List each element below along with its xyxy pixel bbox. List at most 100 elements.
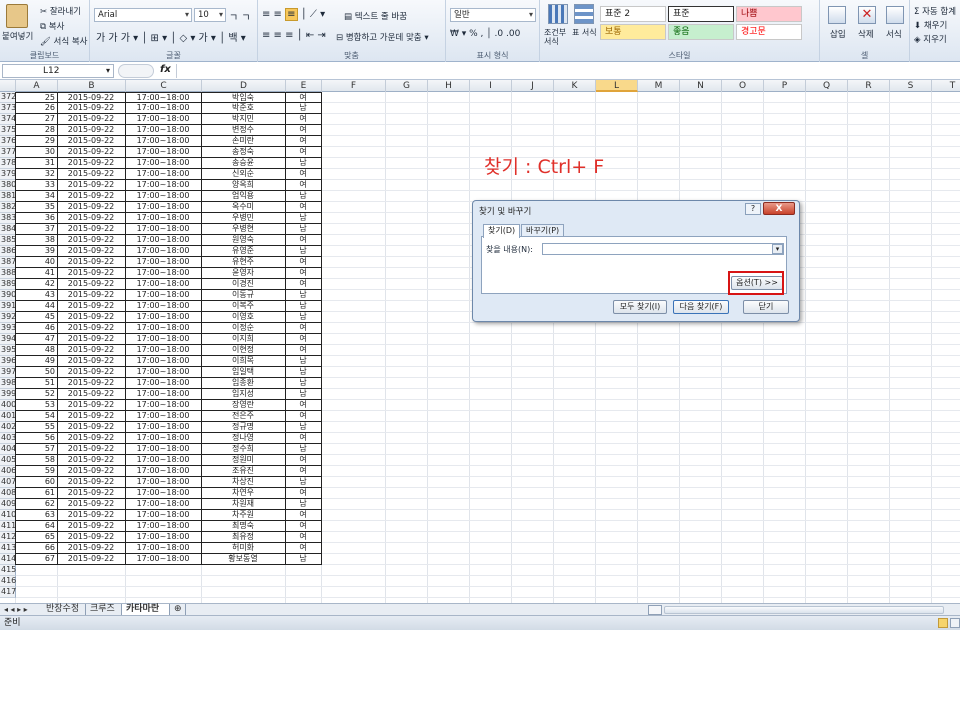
- table-cell-n[interactable]: 40: [15, 257, 58, 268]
- table-cell-g[interactable]: 여: [285, 202, 322, 213]
- font-name-select[interactable]: Arial: [94, 8, 192, 22]
- table-cell-name[interactable]: 차상진: [201, 477, 286, 488]
- table-cell-time[interactable]: 17:00~18:00: [125, 312, 202, 323]
- table-cell-g[interactable]: 여: [285, 279, 322, 290]
- table-cell-date[interactable]: 2015-09-22: [57, 279, 126, 290]
- row-header[interactable]: 399: [0, 389, 16, 400]
- table-cell-time[interactable]: 17:00~18:00: [125, 422, 202, 433]
- table-cell-name[interactable]: 엄익용: [201, 191, 286, 202]
- table-cell-time[interactable]: 17:00~18:00: [125, 334, 202, 345]
- table-cell-g[interactable]: 남: [285, 290, 322, 301]
- merge-center-button[interactable]: ⊟ 병합하고 가운데 맞춤 ▾: [336, 31, 429, 43]
- table-cell-time[interactable]: 17:00~18:00: [125, 367, 202, 378]
- formula-bar-expand-handle[interactable]: [118, 64, 154, 78]
- number-format-buttons[interactable]: ₩ ▾ % , │ .0 .00: [450, 29, 520, 39]
- table-cell-name[interactable]: 이동규: [201, 290, 286, 301]
- tab-find[interactable]: 찾기(D): [483, 224, 521, 238]
- bold-italic-underline-buttons[interactable]: 가 가 가 ▾ │ ⊞ ▾ │ ◇ ▾ 가 ▾ │ 백 ▾: [96, 29, 246, 44]
- column-header-d[interactable]: D: [202, 80, 286, 92]
- row-header[interactable]: 381: [0, 191, 16, 202]
- table-cell-time[interactable]: 17:00~18:00: [125, 411, 202, 422]
- table-cell-date[interactable]: 2015-09-22: [57, 114, 126, 125]
- table-cell-time[interactable]: 17:00~18:00: [125, 532, 202, 543]
- table-cell-n[interactable]: 42: [15, 279, 58, 290]
- table-cell-n[interactable]: 49: [15, 356, 58, 367]
- table-cell-date[interactable]: 2015-09-22: [57, 147, 126, 158]
- table-cell-n[interactable]: 66: [15, 543, 58, 554]
- row-header[interactable]: 410: [0, 510, 16, 521]
- table-cell-name[interactable]: 박임숙: [201, 92, 286, 103]
- hscroll-left-button[interactable]: [648, 605, 662, 615]
- table-cell-n[interactable]: 53: [15, 400, 58, 411]
- table-cell-date[interactable]: 2015-09-22: [57, 334, 126, 345]
- table-cell-date[interactable]: 2015-09-22: [57, 554, 126, 565]
- table-cell-date[interactable]: 2015-09-22: [57, 378, 126, 389]
- table-cell-name[interactable]: 차연우: [201, 488, 286, 499]
- table-cell-name[interactable]: 임일택: [201, 367, 286, 378]
- cut-button[interactable]: ✂ 잘라내기: [40, 5, 81, 17]
- table-cell-name[interactable]: 박준호: [201, 103, 286, 114]
- insert-icon[interactable]: [828, 6, 846, 24]
- table-cell-date[interactable]: 2015-09-22: [57, 92, 126, 103]
- table-cell-name[interactable]: 정수희: [201, 444, 286, 455]
- table-cell-date[interactable]: 2015-09-22: [57, 202, 126, 213]
- table-cell-date[interactable]: 2015-09-22: [57, 169, 126, 180]
- table-cell-name[interactable]: 정나영: [201, 433, 286, 444]
- row-header[interactable]: 382: [0, 202, 16, 213]
- table-cell-g[interactable]: 여: [285, 433, 322, 444]
- table-cell-n[interactable]: 36: [15, 213, 58, 224]
- table-cell-name[interactable]: 조유진: [201, 466, 286, 477]
- table-cell-time[interactable]: 17:00~18:00: [125, 499, 202, 510]
- table-cell-time[interactable]: 17:00~18:00: [125, 323, 202, 334]
- table-cell-n[interactable]: 47: [15, 334, 58, 345]
- column-header-h[interactable]: H: [428, 80, 470, 92]
- table-cell-n[interactable]: 54: [15, 411, 58, 422]
- table-cell-g[interactable]: 여: [285, 92, 322, 103]
- table-cell-time[interactable]: 17:00~18:00: [125, 466, 202, 477]
- column-header-i[interactable]: I: [470, 80, 512, 92]
- table-cell-n[interactable]: 50: [15, 367, 58, 378]
- table-cell-n[interactable]: 62: [15, 499, 58, 510]
- column-header-k[interactable]: K: [554, 80, 596, 92]
- table-cell-n[interactable]: 52: [15, 389, 58, 400]
- row-header[interactable]: 392: [0, 312, 16, 323]
- formula-input[interactable]: [176, 64, 958, 78]
- table-cell-g[interactable]: 여: [285, 235, 322, 246]
- row-header[interactable]: 394: [0, 334, 16, 345]
- table-cell-date[interactable]: 2015-09-22: [57, 224, 126, 235]
- column-header-r[interactable]: R: [848, 80, 890, 92]
- table-cell-time[interactable]: 17:00~18:00: [125, 136, 202, 147]
- table-cell-n[interactable]: 51: [15, 378, 58, 389]
- table-cell-n[interactable]: 63: [15, 510, 58, 521]
- table-cell-name[interactable]: 우병민: [201, 213, 286, 224]
- table-cell-n[interactable]: 56: [15, 433, 58, 444]
- delete-icon[interactable]: ✕: [858, 6, 876, 24]
- table-cell-date[interactable]: 2015-09-22: [57, 455, 126, 466]
- table-cell-time[interactable]: 17:00~18:00: [125, 455, 202, 466]
- row-header[interactable]: 404: [0, 444, 16, 455]
- table-cell-date[interactable]: 2015-09-22: [57, 213, 126, 224]
- table-cell-time[interactable]: 17:00~18:00: [125, 246, 202, 257]
- table-cell-date[interactable]: 2015-09-22: [57, 444, 126, 455]
- row-header[interactable]: 403: [0, 433, 16, 444]
- table-cell-name[interactable]: 이지희: [201, 334, 286, 345]
- table-cell-g[interactable]: 남: [285, 554, 322, 565]
- clear-button[interactable]: ◈ 지우기: [914, 33, 947, 45]
- table-cell-n[interactable]: 55: [15, 422, 58, 433]
- table-cell-g[interactable]: 남: [285, 499, 322, 510]
- table-cell-time[interactable]: 17:00~18:00: [125, 213, 202, 224]
- table-cell-name[interactable]: 유영준: [201, 246, 286, 257]
- format-painter-button[interactable]: 🖌 서식 복사: [40, 35, 87, 47]
- column-header-o[interactable]: O: [722, 80, 764, 92]
- table-cell-name[interactable]: 장영란: [201, 400, 286, 411]
- table-cell-date[interactable]: 2015-09-22: [57, 488, 126, 499]
- row-header[interactable]: 384: [0, 224, 16, 235]
- row-header[interactable]: 414: [0, 554, 16, 565]
- row-header[interactable]: 390: [0, 290, 16, 301]
- table-cell-name[interactable]: 전은주: [201, 411, 286, 422]
- cell-style-1[interactable]: 표준: [668, 6, 734, 22]
- table-cell-g[interactable]: 여: [285, 455, 322, 466]
- column-header-m[interactable]: M: [638, 80, 680, 92]
- table-cell-n[interactable]: 58: [15, 455, 58, 466]
- row-header[interactable]: 409: [0, 499, 16, 510]
